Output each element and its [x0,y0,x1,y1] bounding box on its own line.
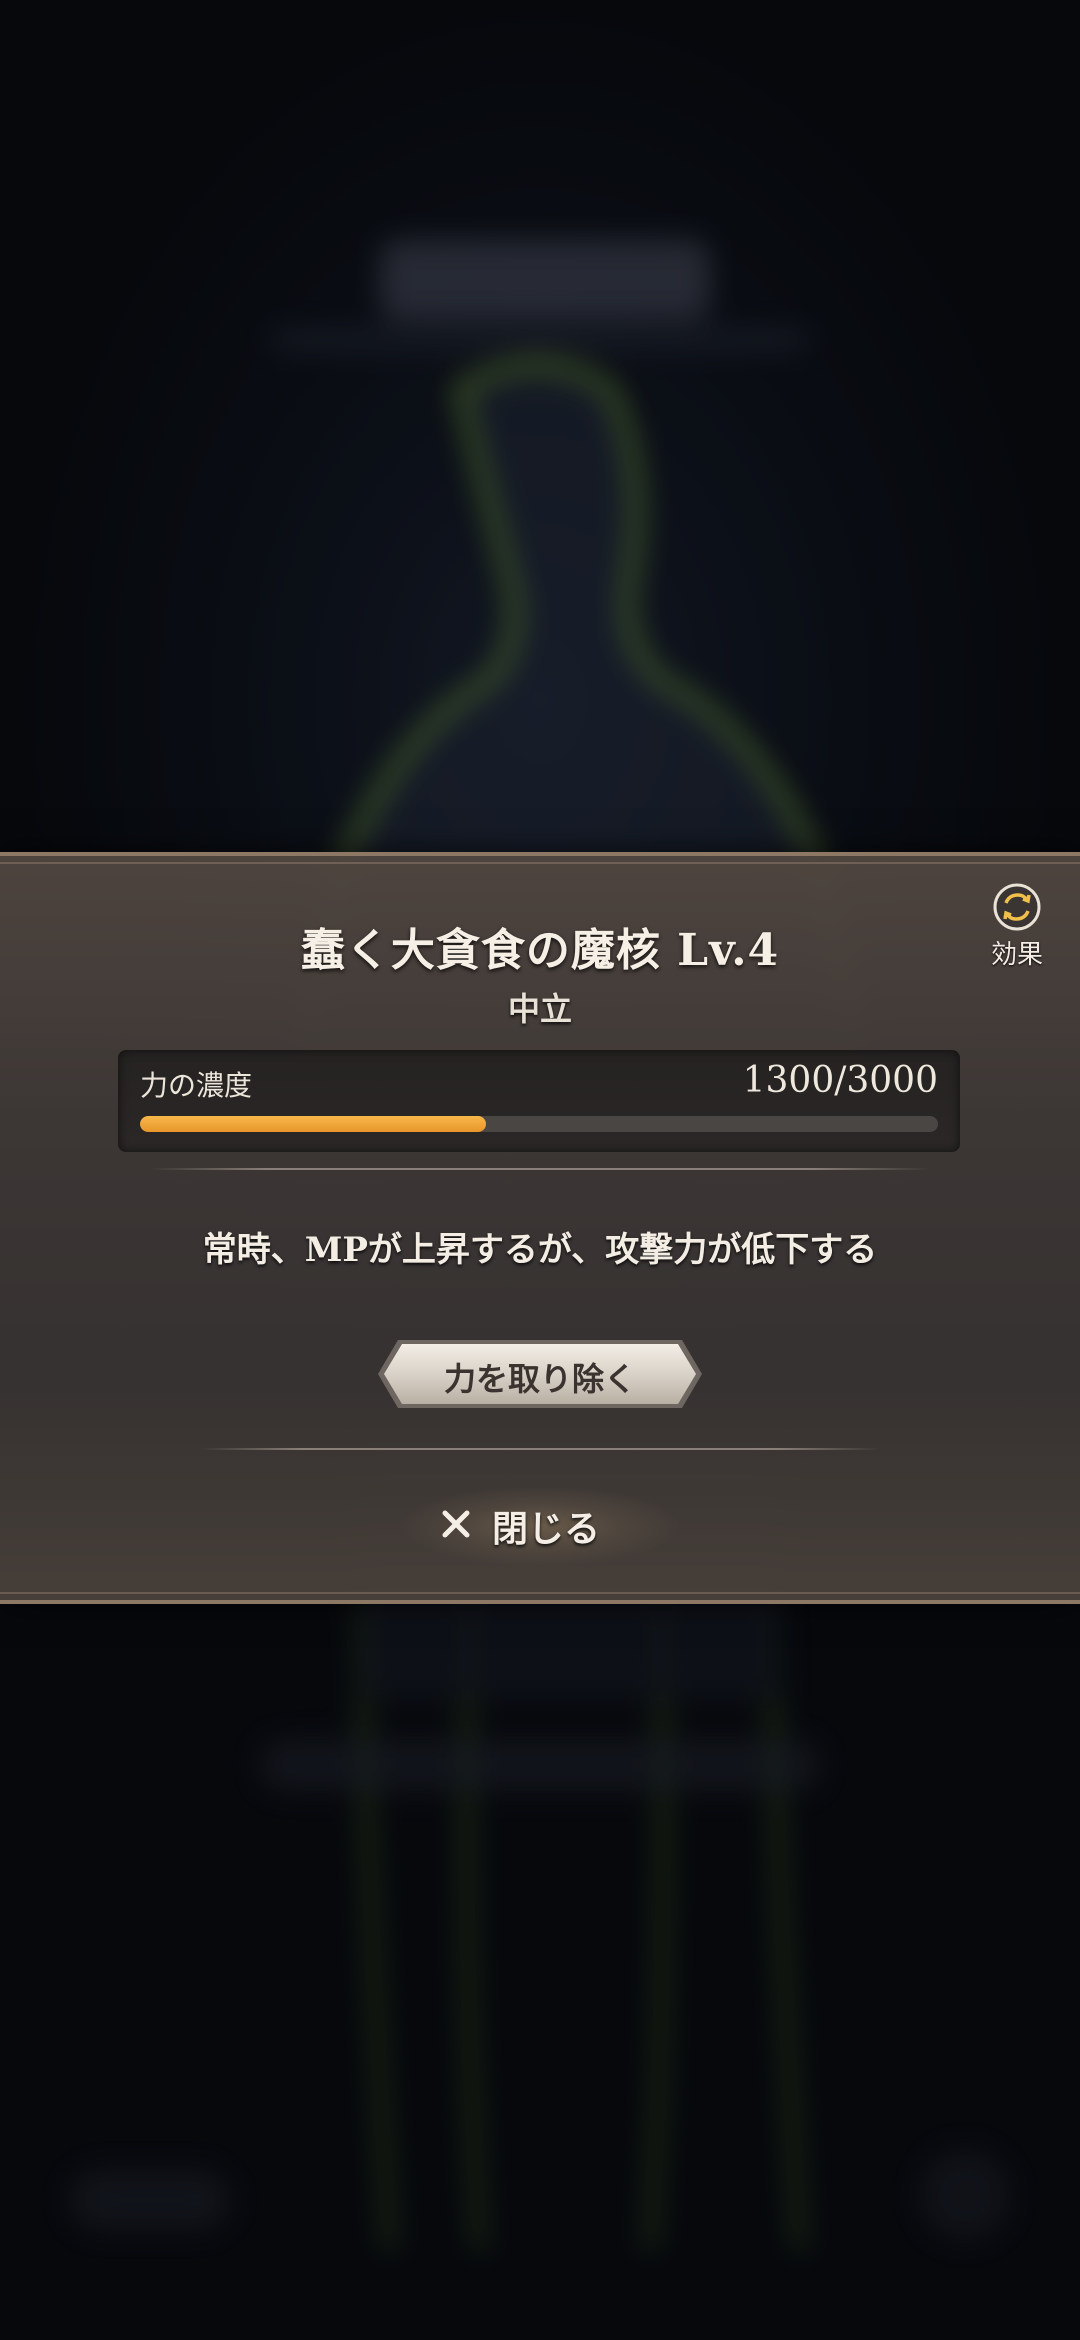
gauge-track [140,1116,938,1132]
core-detail-dialog: 効果 蠢く大貪食の魔核 Lv.4 中立 力の濃度 1300/3000 常時、MP… [0,852,1080,1604]
gauge-fill [140,1116,486,1132]
power-gauge-panel: 力の濃度 1300/3000 [118,1050,960,1152]
item-title: 蠢く大貪食の魔核 Lv.4 [300,925,780,976]
game-screen: 効果 蠢く大貪食の魔核 Lv.4 中立 力の濃度 1300/3000 常時、MP… [0,0,1080,2340]
remove-power-label: 力を取り除く [443,1360,636,1398]
close-button-label: 閉じる [492,1508,601,1550]
effect-description: 常時、MPが上昇するが、攻撃力が低下する [202,1230,878,1270]
alignment-label: 中立 [507,990,572,1028]
remove-power-button[interactable]: 力を取り除く [376,1338,704,1410]
divider [200,1448,880,1450]
close-icon [442,1510,470,1538]
gauge-label: 力の濃度 [140,1069,253,1102]
close-button[interactable]: 閉じる [400,1486,680,1566]
gauge-value: 1300/3000 [742,1060,938,1101]
divider [150,1168,930,1170]
